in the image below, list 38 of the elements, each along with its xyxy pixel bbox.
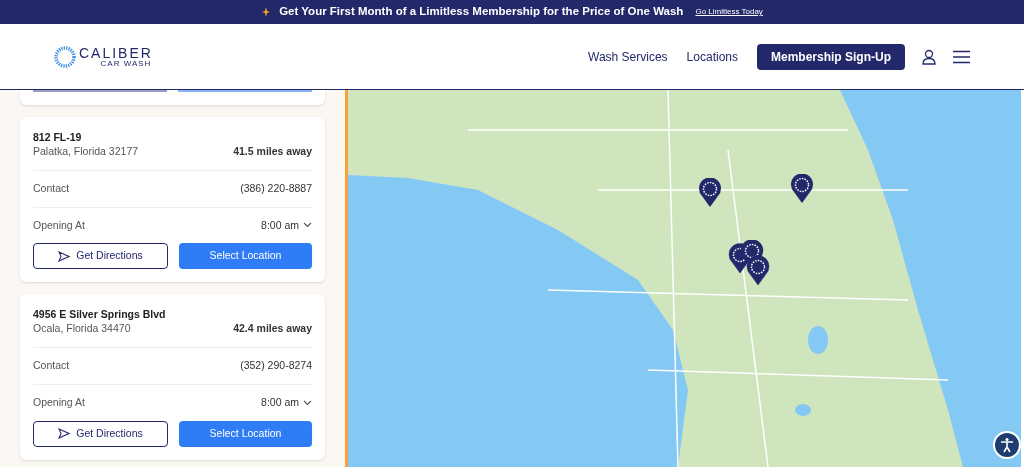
logo-burst-icon (54, 45, 76, 68)
contact-label: Contact (33, 180, 70, 196)
city-address: Ocala, Florida 34470 (33, 321, 131, 337)
get-directions-button[interactable]: Get Directions (33, 243, 168, 270)
street-address: 4956 E Silver Springs Blvd (33, 307, 167, 322)
send-icon (58, 428, 71, 439)
hours-label: Opening At (33, 217, 85, 233)
menu-icon[interactable] (953, 49, 970, 64)
nav-link[interactable]: Locations (686, 47, 738, 66)
logo-tagline: CAR WASH (100, 59, 152, 68)
phone-number: (386) 220-8887 (240, 180, 312, 196)
hours-label: Opening At (33, 394, 85, 410)
map-pin-icon[interactable] (698, 178, 722, 208)
accessibility-icon (999, 437, 1015, 453)
chevron-down-icon (303, 222, 312, 229)
sparkle-icon (261, 6, 272, 18)
membership-signup-button[interactable]: Membership Sign-Up (757, 43, 905, 70)
street-address: 812 FL-19 (33, 130, 83, 144)
logo-wordmark: CALIBER (79, 45, 153, 60)
nav-link[interactable]: Wash Services (588, 47, 668, 66)
hours-dropdown[interactable]: 8:00 am (261, 217, 312, 234)
send-icon (58, 250, 71, 262)
distance-text: 42.4 miles away (233, 321, 312, 337)
hours-dropdown[interactable]: 8:00 am (261, 394, 312, 411)
promo-link[interactable]: Go Limitless Today (695, 6, 763, 18)
get-directions-button[interactable]: Get Directions (33, 420, 168, 447)
caliber-logo[interactable]: CALIBER CAR WASH (54, 45, 153, 68)
select-location-button[interactable]: Select Location (179, 420, 312, 447)
map-pin-cluster-icon[interactable] (728, 240, 770, 286)
user-icon[interactable] (922, 48, 936, 65)
distance-text: 41.5 miles away (233, 144, 312, 159)
select-location-button[interactable]: Select Location (179, 243, 312, 270)
chevron-down-icon (303, 399, 312, 406)
contact-label: Contact (33, 358, 70, 373)
promo-text: Get Your First Month of a Limitless Membership for the Price of One Wash (279, 4, 684, 20)
phone-number: (352) 290-8274 (240, 358, 312, 373)
city-address: Palatka, Florida 32177 (33, 144, 139, 159)
map-pin-icon[interactable] (790, 174, 814, 204)
